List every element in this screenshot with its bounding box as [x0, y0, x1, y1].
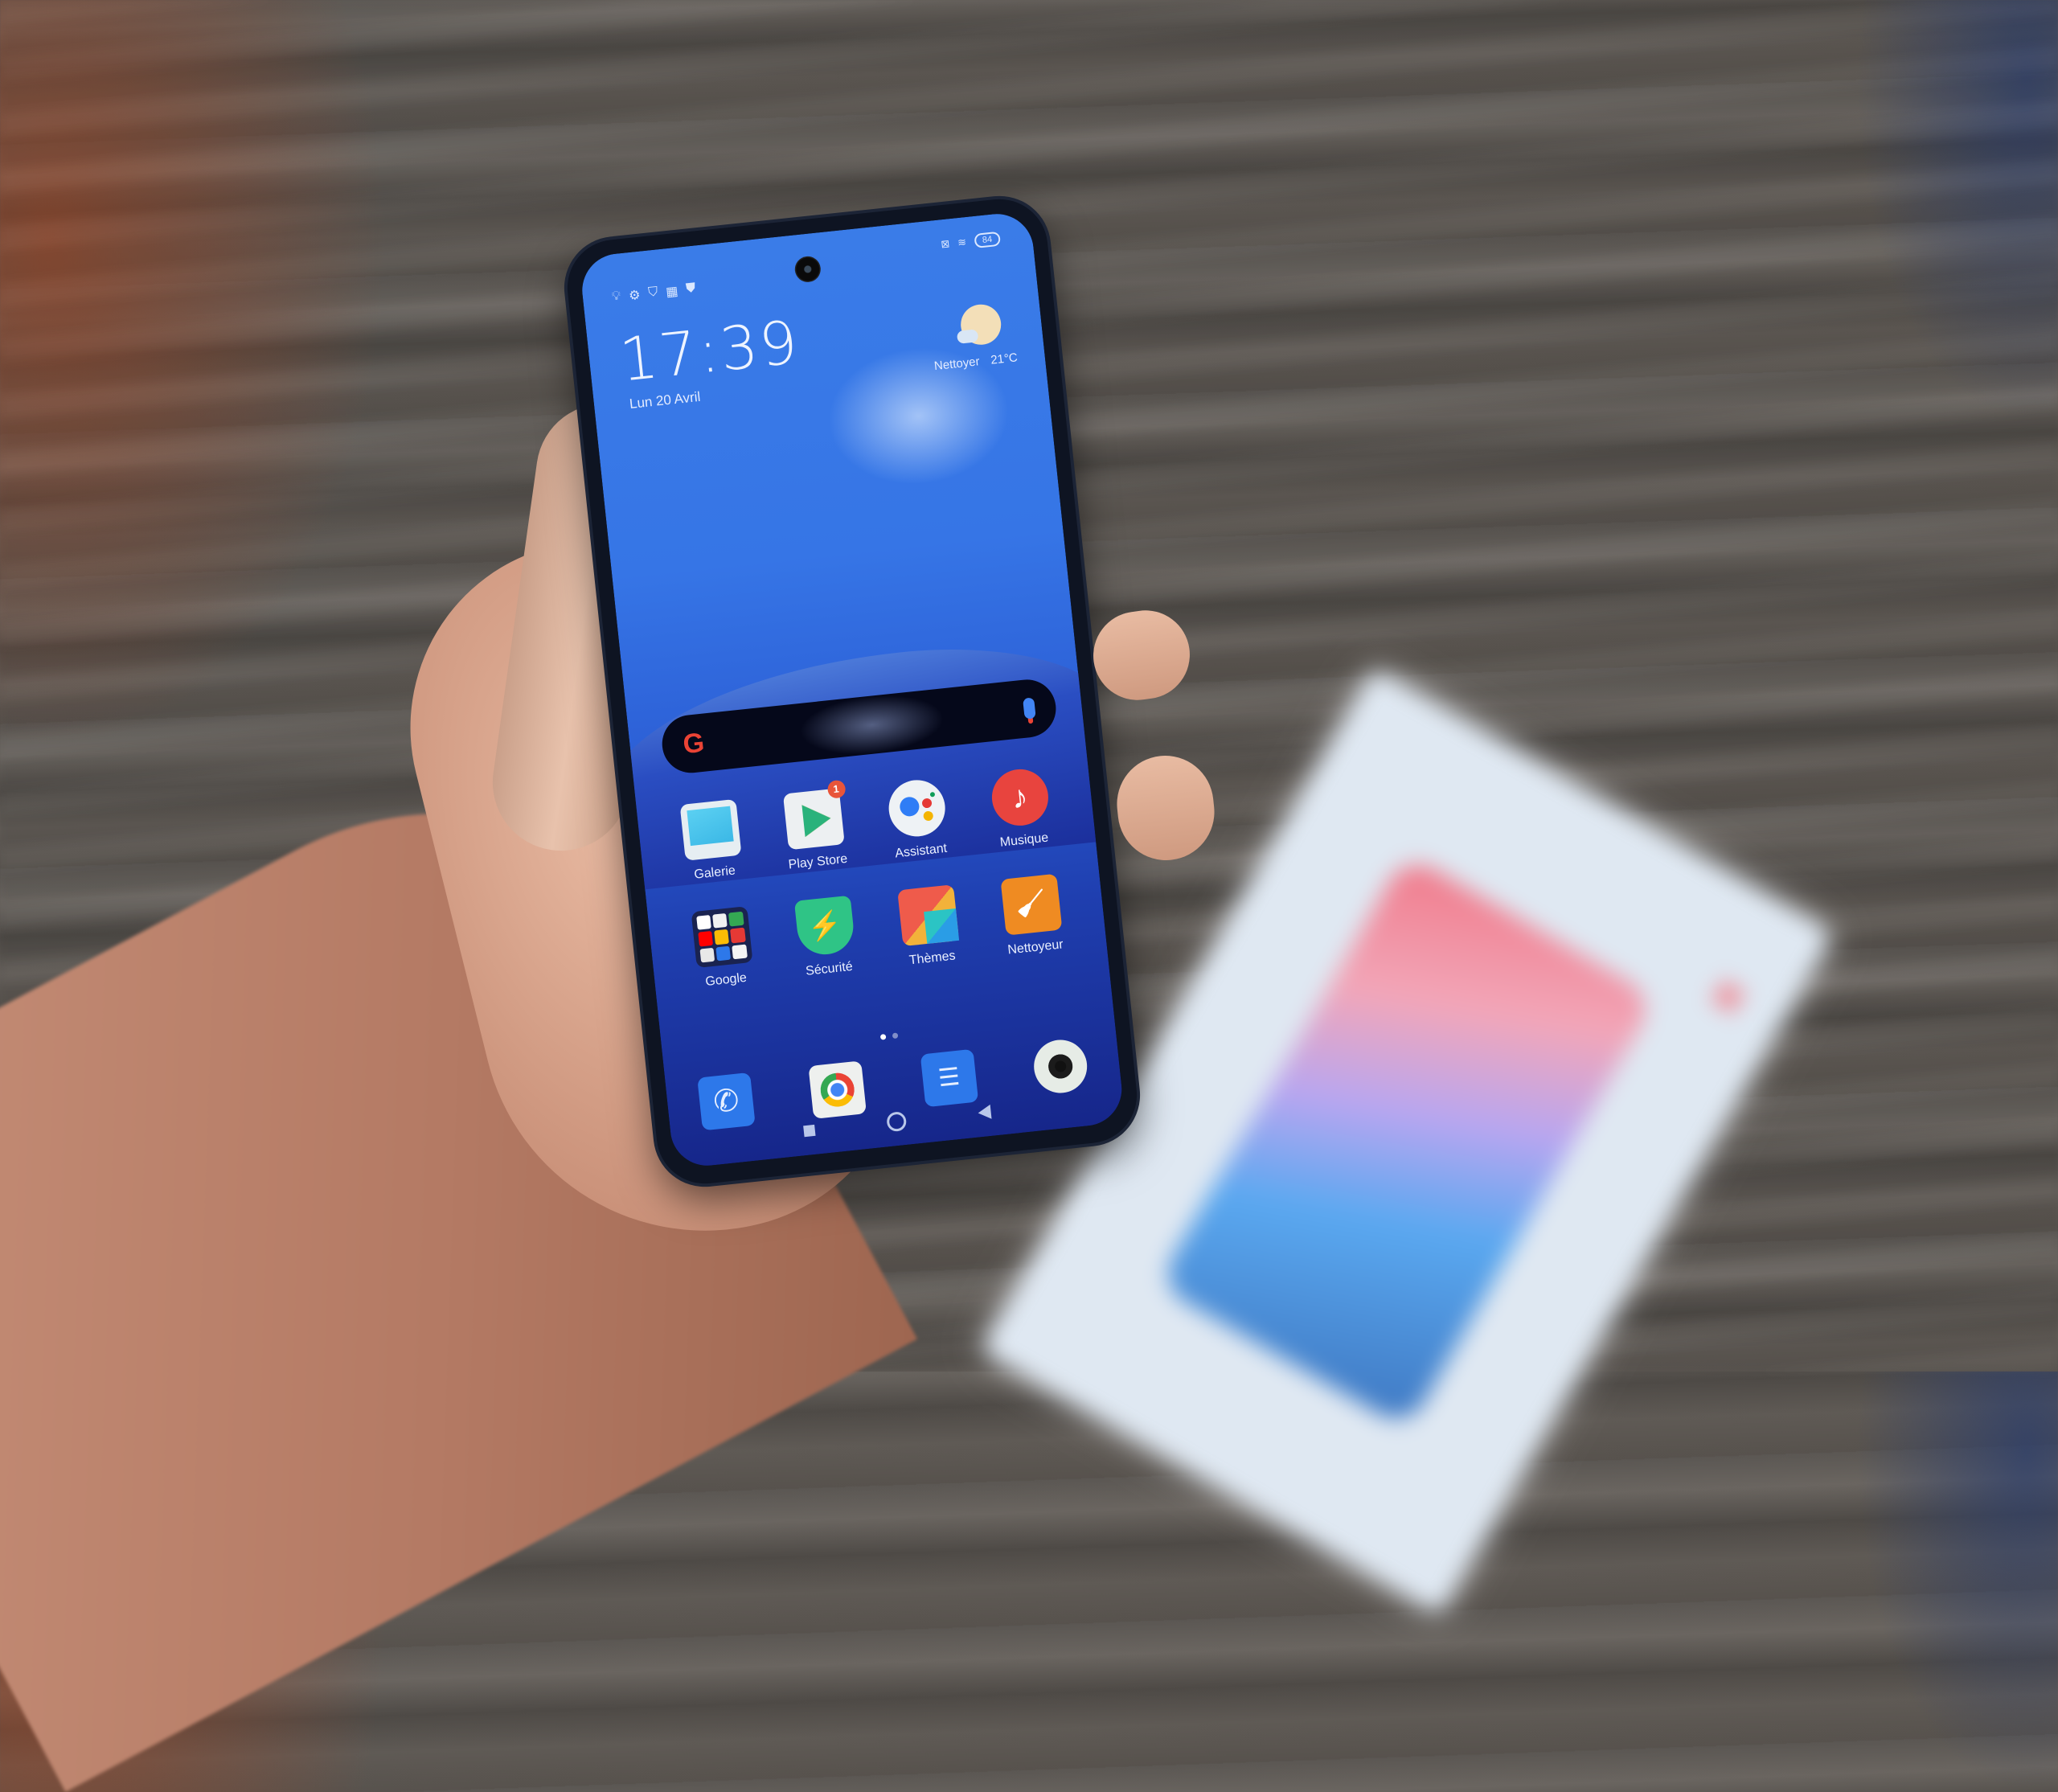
app-label: Play Store — [787, 851, 849, 872]
front-camera-punch-hole — [793, 255, 822, 284]
mic-icon[interactable] — [1023, 697, 1036, 720]
smartphone: 💡︎ ⚙ ⛉ ▦ ⛊ ⊠ ≋ 84 17:39 Lun 20 Avril Net… — [562, 194, 1142, 1189]
status-bar-left: 💡︎ ⚙ ⛉ ▦ ⛊ — [611, 281, 696, 306]
gear-icon: ⚙ — [628, 288, 642, 304]
app-grid-icon: ▦ — [665, 284, 679, 300]
weather-temperature: 21°C — [990, 351, 1019, 367]
app-nettoyeur[interactable]: Nettoyeur — [977, 871, 1088, 961]
weather-widget[interactable]: Nettoyer 21°C — [933, 351, 1018, 373]
shield-play-icon: ⛉ — [647, 285, 659, 300]
app-label: Sécurité — [805, 959, 854, 978]
box-phone-artwork — [1157, 853, 1657, 1430]
app-musique[interactable]: Musique — [965, 764, 1077, 853]
app-label: Google — [704, 970, 748, 990]
gmail-mini-icon — [711, 912, 728, 929]
weather-sun-cloud-icon[interactable] — [958, 302, 1003, 347]
app-label: Nettoyeur — [1006, 937, 1064, 958]
clock-time[interactable]: 17:39 — [617, 308, 802, 396]
page-indicator — [879, 1032, 899, 1040]
recents-button[interactable] — [803, 1124, 816, 1138]
messages-icon[interactable] — [920, 1048, 978, 1108]
play-store-icon: 1 — [782, 779, 847, 851]
camera-icon[interactable] — [1031, 1037, 1090, 1096]
app-securite[interactable]: Sécurité — [770, 893, 882, 982]
app-play-store[interactable]: 1 Play Store — [759, 779, 871, 875]
app-label: Musique — [999, 830, 1049, 850]
google-folder-icon — [691, 906, 753, 969]
sim-off-icon: ⊠ — [940, 237, 951, 251]
shield-badge-icon: ⛊ — [685, 281, 697, 296]
app-google-folder[interactable]: Google — [667, 904, 779, 993]
photos-mini-icon — [732, 944, 748, 960]
themes-icon — [896, 884, 959, 947]
status-bar-right: ⊠ ≋ 84 — [940, 231, 1002, 252]
back-button[interactable] — [977, 1104, 992, 1121]
security-icon — [793, 895, 856, 958]
app-label: Galerie — [693, 863, 736, 882]
play-movies-mini-icon — [699, 947, 715, 963]
google-g-icon: G — [681, 727, 707, 760]
app-label: Thèmes — [908, 949, 957, 968]
app-label: Assistant — [894, 841, 948, 861]
yt-music-mini-icon — [730, 927, 746, 944]
duo-mini-icon — [715, 945, 732, 962]
battery-indicator: 84 — [974, 231, 1002, 248]
home-button[interactable] — [886, 1110, 908, 1133]
weather-label: Nettoyer — [933, 355, 981, 374]
app-themes[interactable]: Thèmes — [873, 882, 985, 971]
chrome-icon[interactable] — [808, 1060, 867, 1119]
maps-mini-icon — [728, 911, 744, 927]
lightbulb-icon: 💡︎ — [611, 289, 622, 304]
home-screen[interactable]: 💡︎ ⚙ ⛉ ▦ ⛊ ⊠ ≋ 84 17:39 Lun 20 Avril Net… — [578, 210, 1125, 1170]
notification-badge: 1 — [826, 779, 847, 799]
assistant-icon — [885, 777, 948, 839]
google-mini-icon — [695, 915, 711, 931]
page-dot — [892, 1032, 899, 1040]
cleaner-icon — [999, 873, 1062, 936]
phone-icon[interactable] — [697, 1072, 756, 1131]
drive-mini-icon — [714, 929, 730, 945]
wifi-icon: ≋ — [957, 236, 967, 249]
youtube-mini-icon — [697, 931, 713, 947]
gallery-icon — [679, 798, 742, 861]
music-icon — [988, 766, 1051, 829]
box-brand-logo — [1712, 981, 1744, 1012]
app-galerie[interactable]: Galerie — [656, 797, 768, 886]
page-dot-active — [879, 1033, 887, 1040]
app-assistant[interactable]: Assistant — [862, 775, 974, 864]
